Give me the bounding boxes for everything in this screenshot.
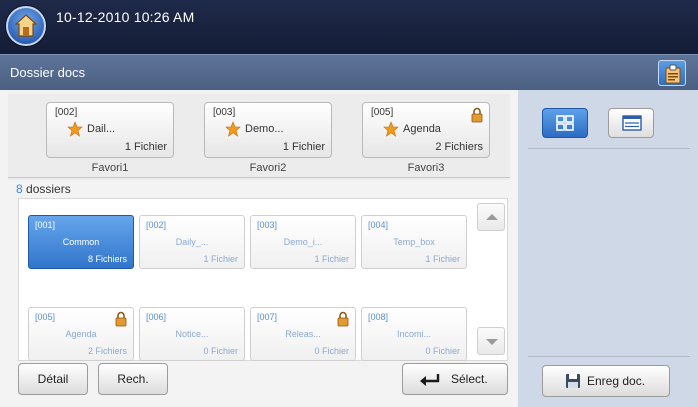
side-panel: Enreg doc. — [518, 90, 698, 407]
scroll-up-button[interactable] — [477, 203, 505, 231]
favorites-area: [002] Dail... 1 Fichier Favori1 [003] De… — [8, 94, 510, 180]
star-icon — [67, 121, 83, 137]
folder-code: [004] — [368, 220, 389, 230]
folder-name: Releas... — [285, 329, 321, 339]
lock-icon — [471, 107, 483, 123]
folder-item[interactable]: [008] Incomi... 0 Fichier — [361, 307, 467, 361]
folder-code: [002] — [146, 220, 167, 230]
page-title: Dossier docs — [10, 65, 86, 80]
folder-code: [008] — [368, 312, 389, 322]
favorite-count: 1 Fichier — [124, 141, 167, 153]
lock-icon — [115, 311, 127, 327]
favorite-count: 1 Fichier — [282, 141, 325, 153]
folder-count: 8 dossiers — [16, 182, 71, 196]
folder-count-files: 1 Fichier — [425, 254, 460, 264]
save-document-label: Enreg doc. — [587, 374, 646, 388]
detail-button[interactable]: Détail — [18, 363, 88, 395]
folder-grid: [001] Common 8 Fichiers [002] Daily_... … — [18, 198, 508, 361]
side-divider — [528, 148, 690, 149]
folder-name: Demo_i... — [283, 237, 323, 247]
settings-button[interactable] — [658, 60, 686, 86]
date-time: 10-12-2010 10:26 AM — [56, 9, 195, 25]
favorite-2[interactable]: [003] Demo... 1 Fichier — [204, 102, 332, 158]
favorite-count: 2 Fichiers — [435, 141, 483, 153]
folder-item[interactable]: [002] Daily_... 1 Fichier — [139, 215, 245, 269]
favorite-code: [002] — [55, 107, 78, 118]
folder-count-files: 2 Fichiers — [87, 346, 127, 356]
grid-view-button[interactable] — [542, 108, 588, 138]
folder-code: [006] — [146, 312, 167, 322]
divider — [8, 177, 510, 178]
favorite-name: Agenda — [403, 123, 441, 135]
folder-name: Common — [62, 237, 100, 247]
folder-item[interactable]: [006] Notice... 0 Fichier — [139, 307, 245, 361]
folder-count-files: 0 Fichier — [425, 346, 460, 356]
main-panel: [002] Dail... 1 Fichier Favori1 [003] De… — [0, 90, 518, 407]
favorite-caption: Favori2 — [249, 162, 287, 174]
settings-clipboard-icon — [665, 64, 681, 84]
favorite-code: [003] — [213, 107, 236, 118]
title-bar: Dossier docs — [0, 54, 698, 90]
folder-code: [003] — [257, 220, 278, 230]
star-icon — [383, 121, 399, 137]
favorite-caption: Favori3 — [407, 162, 445, 174]
folder-count-files: 1 Fichier — [314, 254, 349, 264]
folder-name: Agenda — [65, 329, 97, 339]
top-bar: 10-12-2010 10:26 AM — [0, 0, 698, 54]
star-icon — [225, 121, 241, 137]
folder-count-files: 8 Fichiers — [87, 254, 127, 264]
list-view-icon — [622, 115, 642, 131]
favorite-name: Demo... — [245, 123, 284, 135]
favorite-1[interactable]: [002] Dail... 1 Fichier — [46, 102, 174, 158]
select-label: Sélect. — [451, 372, 488, 386]
list-view-button[interactable] — [608, 108, 654, 138]
folder-name: Temp_box — [393, 237, 435, 247]
folder-code: [007] — [257, 312, 278, 322]
folder-item[interactable]: [007] Releas... 0 Fichier — [250, 307, 356, 361]
home-icon — [15, 14, 37, 37]
folder-item[interactable]: [004] Temp_box 1 Fichier — [361, 215, 467, 269]
select-button[interactable]: Sélect. — [402, 363, 508, 395]
side-divider — [528, 356, 690, 357]
folder-code: [001] — [35, 220, 56, 230]
favorite-3[interactable]: [005] Agenda 2 Fichiers — [362, 102, 490, 158]
folder-count-files: 0 Fichier — [314, 346, 349, 356]
search-button[interactable]: Rech. — [98, 363, 168, 395]
favorite-code: [005] — [371, 107, 394, 118]
lock-icon — [337, 311, 349, 327]
favorite-caption: Favori1 — [91, 162, 129, 174]
folder-code: [005] — [35, 312, 56, 322]
folder-count-label: dossiers — [22, 182, 71, 196]
folder-count-files: 0 Fichier — [203, 346, 238, 356]
home-button[interactable] — [6, 6, 46, 46]
folder-name: Incomi... — [396, 329, 431, 339]
save-document-button[interactable]: Enreg doc. — [542, 365, 670, 397]
favorite-name: Dail... — [87, 123, 116, 135]
folder-item[interactable]: [001] Common 8 Fichiers — [28, 215, 134, 269]
scroll-down-button[interactable] — [477, 327, 505, 355]
enter-arrow-icon — [420, 374, 440, 386]
folder-item[interactable]: [003] Demo_i... 1 Fichier — [250, 215, 356, 269]
folder-name: Notice... — [175, 329, 209, 339]
folder-item[interactable]: [005] Agenda 2 Fichiers — [28, 307, 134, 361]
save-floppy-icon — [566, 374, 580, 388]
folder-name: Daily_... — [175, 237, 209, 247]
folder-count-number: 8 — [16, 182, 23, 196]
grid-view-icon — [556, 115, 574, 131]
folder-count-files: 1 Fichier — [203, 254, 238, 264]
